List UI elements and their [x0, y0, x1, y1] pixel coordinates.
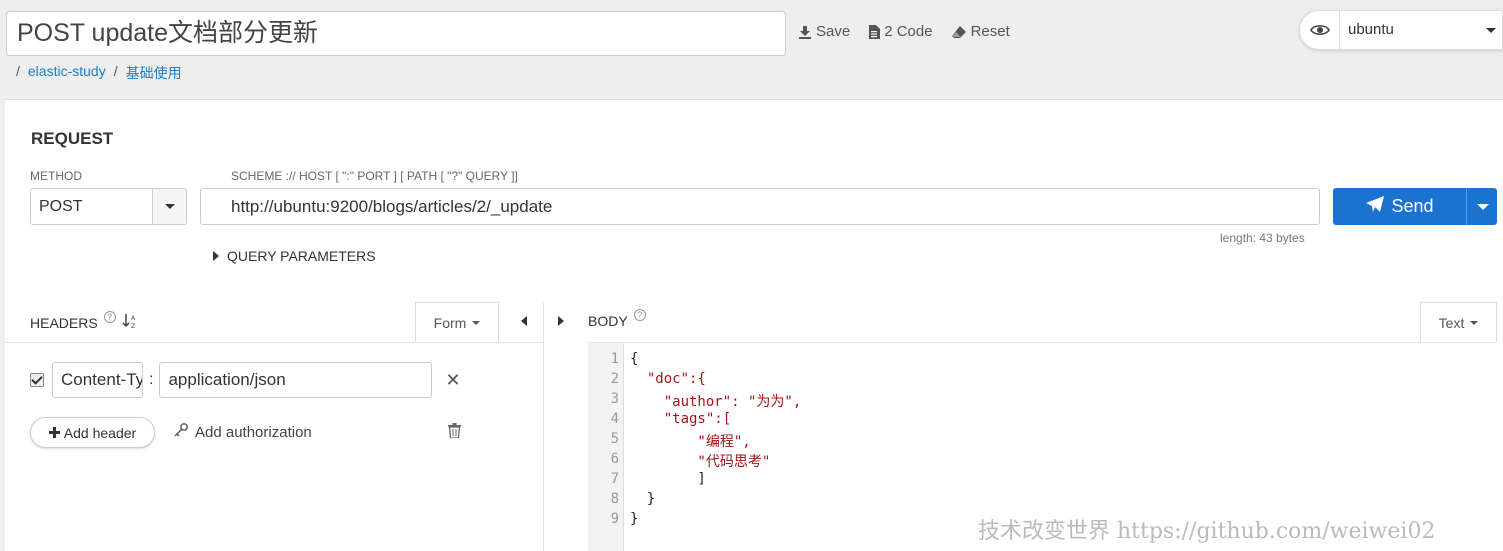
help-icon[interactable]: ?	[103, 310, 116, 323]
body-label: BODY	[588, 313, 628, 329]
code-line: }	[630, 491, 656, 507]
add-authorization-button[interactable]: Add authorization	[173, 422, 312, 442]
code-line: }	[630, 511, 639, 527]
send-button[interactable]: Send	[1333, 188, 1466, 225]
code-button[interactable]: 2 Code	[868, 23, 933, 40]
method-label: METHOD	[30, 169, 82, 183]
send-button-group: Send	[1333, 188, 1497, 225]
headers-mode-label: Form	[433, 314, 467, 331]
caret-right-icon	[213, 251, 219, 261]
caret-right-icon	[558, 316, 564, 326]
header-value-input[interactable]: application/json	[159, 362, 433, 398]
query-parameters-label: QUERY PARAMETERS	[227, 248, 376, 264]
breadcrumb: / elastic-study / 基础使用	[16, 63, 182, 83]
line-number: 2	[610, 371, 619, 387]
body-mode-dropdown[interactable]: Text	[1420, 302, 1497, 342]
code-line: "doc":{	[630, 371, 706, 387]
eraser-icon	[951, 25, 967, 39]
caret-left-icon	[521, 316, 527, 326]
headers-title: HEADERS ? AZ	[30, 310, 138, 332]
body-mode-label: Text	[1438, 314, 1465, 331]
code-line: {	[630, 351, 639, 367]
eye-icon[interactable]	[1300, 11, 1340, 49]
line-number: 9	[610, 511, 619, 527]
sort-icon[interactable]: AZ	[122, 313, 138, 332]
help-icon[interactable]: ?	[633, 309, 646, 321]
chevron-down-icon	[1470, 320, 1479, 325]
divider	[5, 342, 543, 343]
collapse-right-button[interactable]	[558, 316, 564, 326]
chevron-down-icon	[1477, 204, 1489, 210]
breadcrumb-sep: /	[16, 63, 20, 79]
url-label: SCHEME :// HOST [ ":" PORT ] [ PATH [ "?…	[231, 169, 518, 183]
url-length: length: 43 bytes	[1220, 231, 1305, 245]
panel-splitter[interactable]	[543, 302, 544, 551]
url-input[interactable]: http://ubuntu:9200/blogs/articles/2/_upd…	[200, 188, 1320, 225]
header-row: Content-Type : application/json ✕	[30, 362, 461, 398]
code-label: 2 Code	[884, 23, 933, 40]
key-icon	[173, 422, 189, 442]
send-label: Send	[1391, 196, 1434, 216]
line-number: 4	[610, 411, 619, 427]
save-label: Save	[816, 23, 851, 40]
code-line: "编程",	[630, 434, 751, 450]
line-number: 7	[610, 471, 619, 487]
plus-icon	[48, 425, 60, 441]
code-line: "代码思考"	[630, 454, 771, 470]
chevron-down-icon	[165, 204, 175, 209]
add-header-label: Add header	[63, 424, 137, 441]
add-authorization-label: Add authorization	[195, 423, 312, 441]
request-name-input[interactable]: POST update文档部分更新	[6, 11, 786, 56]
line-number: 3	[610, 391, 619, 407]
svg-text:Z: Z	[131, 323, 135, 329]
line-number-gutter: 1 2 3 4 5 6 7 8 9	[588, 343, 624, 551]
method-select[interactable]: POST	[30, 188, 187, 225]
environment-selector[interactable]: ubuntu	[1299, 10, 1503, 50]
line-number: 1	[610, 351, 619, 367]
line-number: 5	[610, 431, 619, 447]
header-enabled-checkbox[interactable]	[30, 373, 44, 387]
method-dropdown-button[interactable]	[152, 189, 186, 224]
breadcrumb-project[interactable]: elastic-study	[28, 63, 106, 83]
chevron-down-icon	[1486, 28, 1496, 33]
collapse-left-button[interactable]	[521, 316, 527, 326]
method-value: POST	[39, 198, 83, 215]
header-colon: :	[149, 371, 154, 388]
line-number: 6	[610, 451, 619, 467]
file-icon	[868, 24, 881, 39]
add-header-button[interactable]: Add header	[30, 417, 155, 448]
breadcrumb-folder[interactable]: 基础使用	[126, 63, 182, 83]
request-panel: REQUEST METHOD SCHEME :// HOST [ ":" POR…	[5, 99, 1503, 551]
close-icon[interactable]: ✕	[445, 370, 460, 391]
send-options-button[interactable]	[1466, 188, 1497, 225]
svg-text:A: A	[131, 315, 136, 322]
code-line: "author": "为为",	[630, 394, 802, 410]
watermark: 技术改变世界 https://github.com/weiwei02	[978, 519, 1436, 544]
reset-label: Reset	[970, 23, 1010, 40]
paper-plane-icon	[1365, 195, 1385, 218]
request-section-title: REQUEST	[31, 129, 114, 148]
reset-button[interactable]: Reset	[951, 23, 1010, 40]
code-line: ]	[630, 471, 706, 487]
download-icon	[798, 25, 812, 39]
trash-icon[interactable]	[448, 423, 461, 443]
query-parameters-toggle[interactable]: QUERY PARAMETERS	[213, 248, 376, 264]
headers-label: HEADERS	[30, 314, 98, 331]
chevron-down-icon	[472, 320, 481, 325]
environment-value: ubuntu	[1348, 21, 1394, 38]
line-number: 8	[610, 491, 619, 507]
breadcrumb-sep: /	[113, 63, 118, 79]
toolbar: Save 2 Code Reset	[798, 23, 1010, 40]
body-title: BODY ?	[588, 309, 646, 329]
headers-mode-dropdown[interactable]: Form	[415, 302, 499, 342]
code-line: "tags":[	[630, 411, 732, 427]
header-key-input[interactable]: Content-Type	[52, 362, 143, 398]
save-button[interactable]: Save	[798, 23, 850, 40]
environment-select[interactable]: ubuntu	[1340, 11, 1502, 49]
